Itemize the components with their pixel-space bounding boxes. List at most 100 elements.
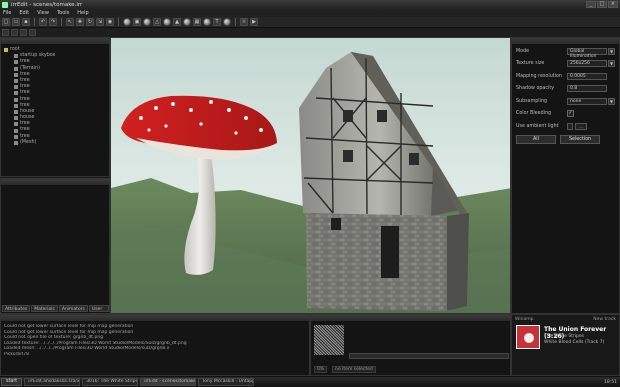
player-name: Winamp [515, 317, 534, 322]
log-output: Could not get lower surface level for mi… [1, 322, 309, 360]
texture-thumbnail[interactable] [314, 325, 344, 355]
animated-mesh-icon[interactable] [223, 18, 231, 26]
album-name: White Blood Cells (Track 7) [544, 340, 605, 345]
subsampling-select[interactable]: none [567, 97, 607, 105]
node-icon [14, 116, 18, 121]
shadow-opacity-label: Shadow opacity [516, 86, 555, 92]
mesh-icon[interactable]: △ [153, 18, 161, 26]
rotate-icon[interactable]: ↻ [86, 18, 94, 26]
select-icon[interactable]: ↖ [66, 18, 74, 26]
mapping-resolution-input[interactable]: 0.0005 [567, 72, 607, 80]
save-icon[interactable]: ▪ [22, 18, 30, 26]
preview-scrollbar[interactable] [349, 353, 509, 359]
menu-help[interactable]: Help [77, 10, 88, 16]
text-icon[interactable]: T [213, 18, 221, 26]
start-button[interactable]: start [1, 378, 23, 386]
system-tray: 18:51 [604, 380, 620, 385]
tab-user-data[interactable]: User data [88, 305, 109, 319]
close-button[interactable]: × [608, 1, 618, 8]
panel-header [1, 179, 109, 186]
toolbar-separator [61, 18, 62, 26]
open-icon[interactable]: ▭ [12, 18, 20, 26]
sphere-icon[interactable] [123, 18, 131, 26]
tab-materials[interactable]: Materials [31, 305, 58, 312]
tree-item[interactable]: (Mesh) [4, 140, 109, 146]
menu-view[interactable]: View [37, 10, 49, 16]
redo-icon[interactable]: ↷ [49, 18, 57, 26]
3d-viewport[interactable] [110, 37, 511, 314]
menu-edit[interactable]: Edit [19, 10, 29, 16]
menu-file[interactable]: File [3, 10, 11, 16]
light-icon[interactable] [143, 18, 151, 26]
taskbar-item[interactable]: irrEdit.ahsdaksds.sra/xxy... [24, 378, 81, 386]
color-bleeding-checkbox[interactable]: ✓ [567, 110, 574, 118]
chevron-down-icon[interactable]: ▼ [608, 47, 615, 55]
app-icon [2, 1, 8, 8]
particle-icon[interactable] [183, 18, 191, 26]
cube-icon[interactable]: ▣ [133, 18, 141, 26]
camera-icon[interactable]: ◉ [106, 18, 114, 26]
log-panel: Could not get lower surface level for mi… [0, 314, 310, 376]
move-icon[interactable]: ✥ [76, 18, 84, 26]
new-icon[interactable]: □ [2, 18, 10, 26]
node-icon [14, 109, 18, 114]
tab-animators[interactable]: Animators [58, 305, 88, 312]
taskbar: start irrEdit.ahsdaksds.sra/xxy... 3016:… [0, 377, 620, 387]
menu-tools[interactable]: Tools [57, 10, 69, 16]
now-playing-popup[interactable]: Winamp New track The Union Forever (3:26… [511, 314, 620, 376]
ambient-color-button[interactable]: ... [575, 122, 587, 130]
subsampling-row: Subsampling none ▼ [512, 95, 619, 108]
compute-all-button[interactable]: All [516, 134, 556, 144]
node-icon [14, 128, 18, 133]
selection-status: no item selected [332, 366, 376, 373]
lightmap-panel: Mode Global illumination ▼ Texture size … [511, 37, 620, 314]
skybox-icon[interactable] [163, 18, 171, 26]
taskbar-item[interactable]: 3016: The White Stripes -... [82, 378, 139, 386]
taskbar-item[interactable]: Tony Mccaskill - Untapp... [198, 378, 255, 386]
taskbar-item[interactable]: irrEdit - scenes/tomake... [140, 378, 197, 386]
panel-header [1, 38, 109, 45]
clock: 18:51 [604, 379, 617, 385]
snap-icon[interactable] [29, 29, 36, 36]
ambient-light-checkbox[interactable] [567, 122, 573, 130]
compute-selection-button[interactable]: Selection [560, 134, 600, 144]
tab-attributes[interactable]: Attributes [2, 305, 31, 312]
preview-status: 0% no item selected [314, 366, 376, 373]
grid-icon[interactable] [20, 29, 27, 36]
album-art [516, 325, 540, 349]
scene-render [111, 38, 510, 313]
undo-icon[interactable]: ↶ [39, 18, 47, 26]
scene-tree-panel: root startup skybox tree (Terrain) tree … [0, 37, 110, 177]
minimize-button[interactable]: _ [586, 1, 596, 8]
toolbar-separator [34, 18, 35, 26]
maximize-button[interactable]: □ [597, 1, 607, 8]
mode-label: Mode [516, 48, 530, 54]
view-icon[interactable] [2, 29, 9, 36]
mapping-resolution-row: Mapping resolution 0.0005 [512, 70, 619, 83]
chevron-down-icon[interactable]: ▼ [608, 97, 615, 105]
terrain-icon[interactable]: ▲ [173, 18, 181, 26]
billboard-icon[interactable]: ▦ [193, 18, 201, 26]
water-icon[interactable] [203, 18, 211, 26]
compute-buttons: All Selection [512, 134, 619, 144]
node-icon [14, 134, 18, 139]
texture-size-select[interactable]: 256x256 [567, 60, 607, 68]
node-icon [14, 66, 18, 71]
shadow-opacity-input[interactable]: 0.8 [567, 85, 607, 93]
texture-size-row: Texture size 256x256 ▼ [512, 58, 619, 71]
color-bleeding-row: Color Bleeding ✓ [512, 108, 619, 121]
wireframe-icon[interactable] [11, 29, 18, 36]
mode-select[interactable]: Global illumination [567, 47, 607, 59]
color-bleeding-label: Color Bleeding [516, 111, 552, 117]
folder-icon [4, 48, 8, 53]
play-icon[interactable]: ▶ [250, 18, 258, 26]
mode-row: Mode Global illumination ▼ [512, 45, 619, 59]
chevron-down-icon[interactable]: ▼ [608, 60, 615, 68]
scale-icon[interactable]: ⇲ [96, 18, 104, 26]
panel-header [1, 315, 309, 322]
lightmap-icon[interactable]: ☼ [240, 18, 248, 26]
secondary-toolbar [0, 28, 620, 37]
properties-panel: Attributes Materials Animators User data [0, 178, 110, 319]
properties-tabs: Attributes Materials Animators User data [1, 305, 109, 319]
texture-preview-panel: 0% no item selected [310, 314, 511, 376]
